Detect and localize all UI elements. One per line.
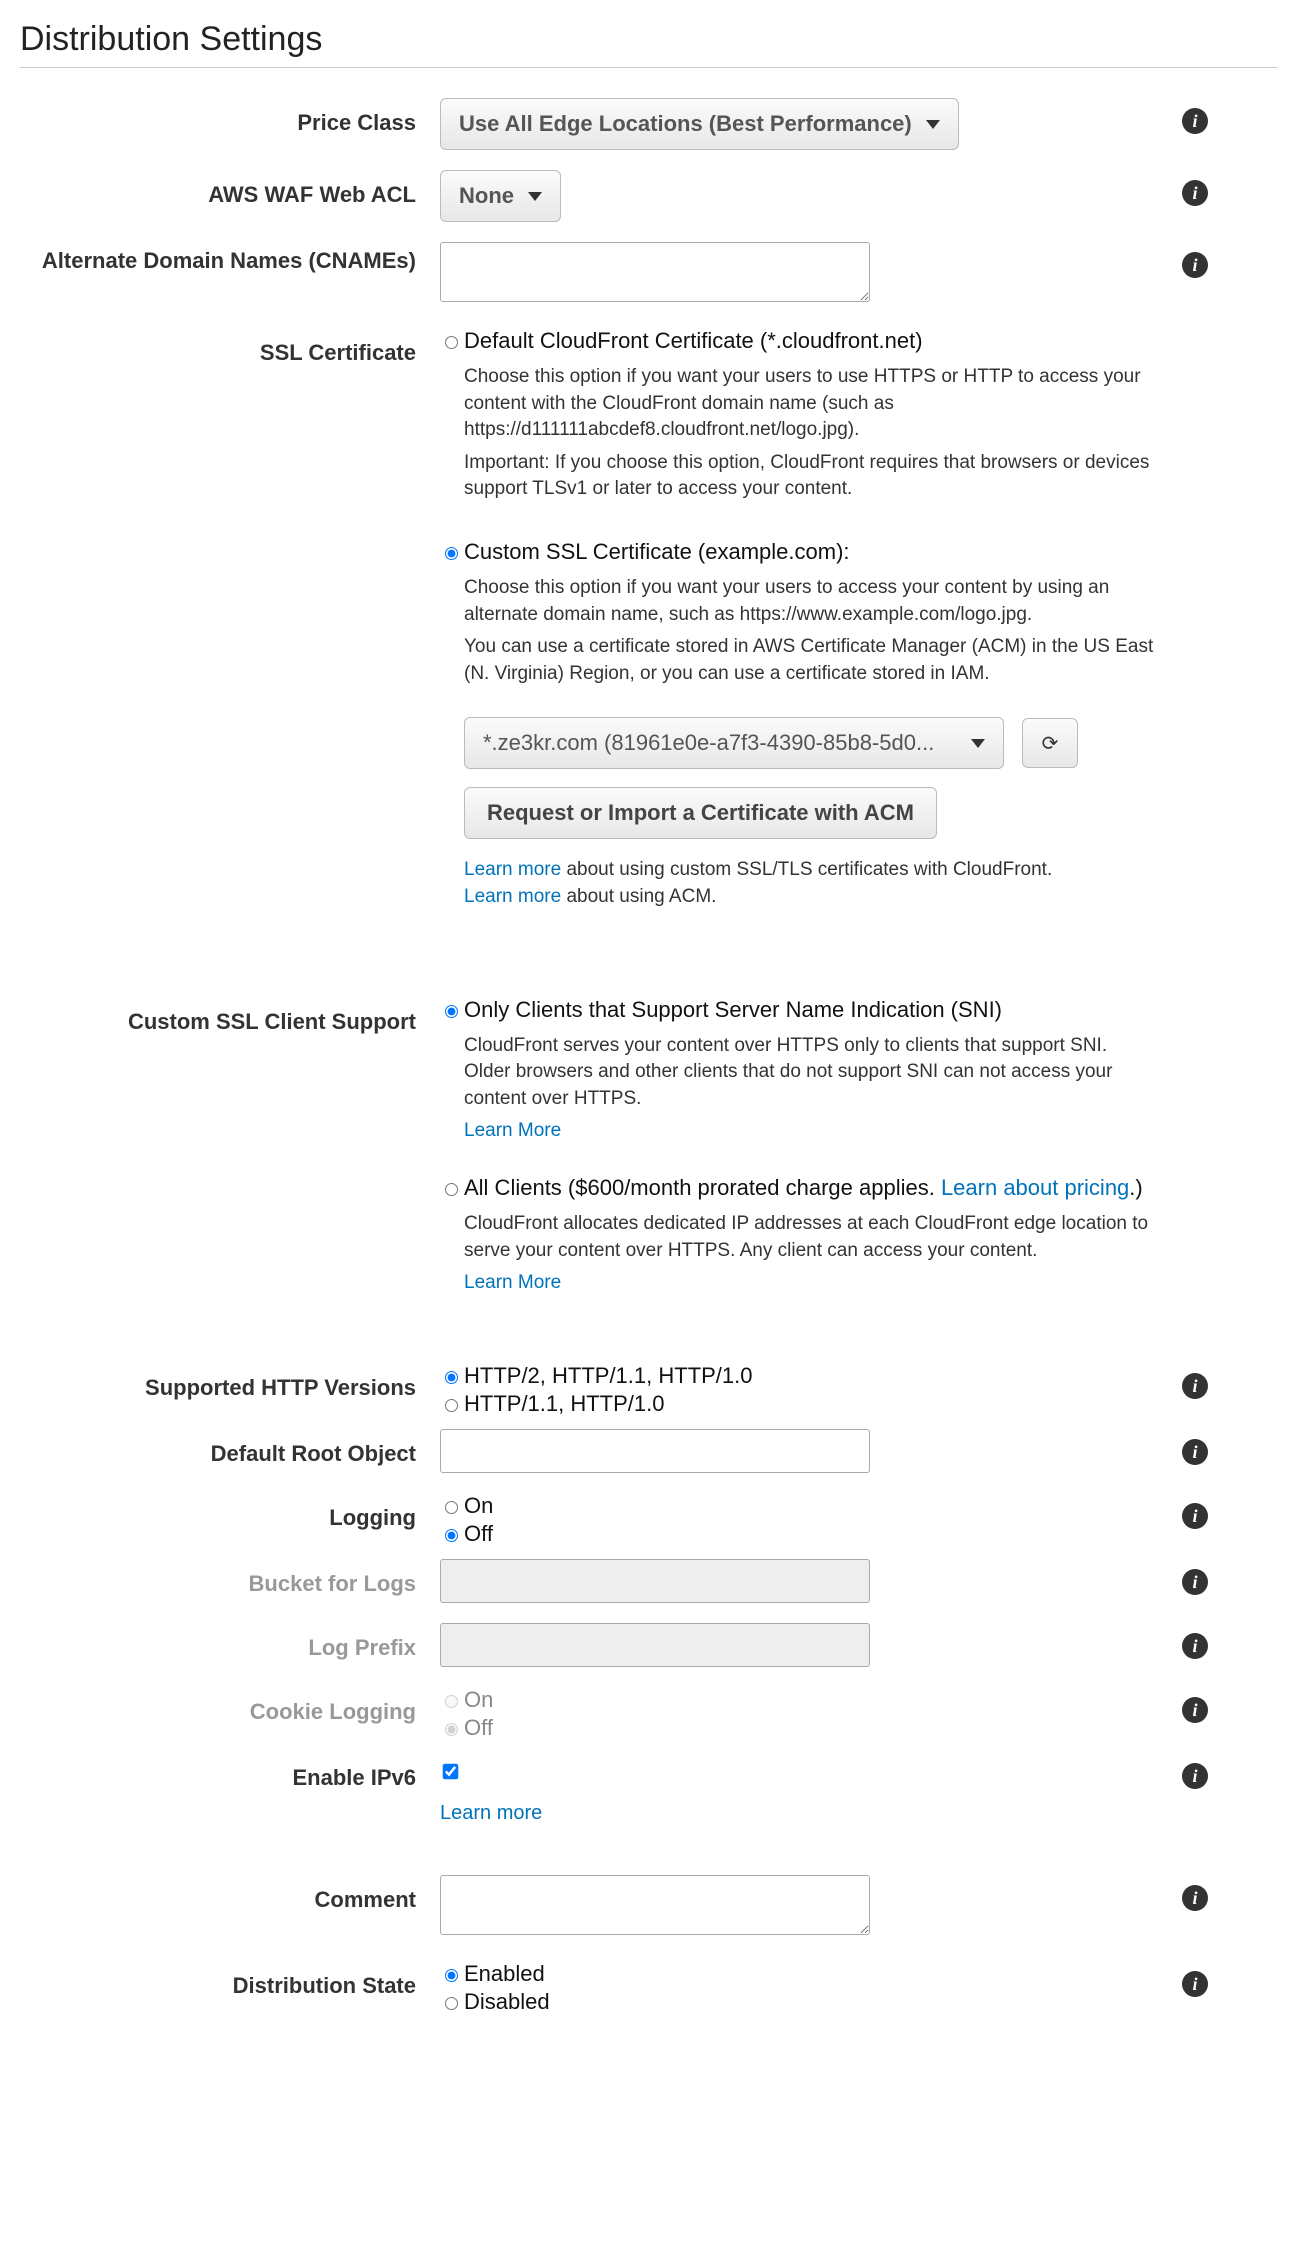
logging-label: Logging xyxy=(20,1493,440,1531)
sni-desc: CloudFront serves your content over HTTP… xyxy=(464,1033,1158,1113)
ssl-custom-label: Custom SSL Certificate (example.com): xyxy=(464,539,850,565)
info-icon[interactable]: i xyxy=(1182,1503,1208,1529)
price-class-label: Price Class xyxy=(20,98,440,136)
learn-more-acm-link[interactable]: Learn more xyxy=(464,886,561,907)
ipv6-learn-link[interactable]: Learn more xyxy=(440,1802,542,1824)
log-prefix-input xyxy=(440,1623,870,1667)
state-enabled-label: Enabled xyxy=(464,1961,545,1987)
learn-more-ssl-text: about using custom SSL/TLS certificates … xyxy=(561,859,1052,880)
http2-label: HTTP/2, HTTP/1.1, HTTP/1.0 xyxy=(464,1363,753,1389)
http-versions-label: Supported HTTP Versions xyxy=(20,1363,440,1401)
chevron-down-icon xyxy=(926,120,940,129)
all-clients-label-post: .) xyxy=(1129,1175,1142,1200)
log-prefix-label: Log Prefix xyxy=(20,1623,440,1661)
root-object-label: Default Root Object xyxy=(20,1429,440,1467)
info-icon[interactable]: i xyxy=(1182,1885,1208,1911)
ssl-cert-label: SSL Certificate xyxy=(20,328,440,366)
http2-radio[interactable] xyxy=(445,1371,458,1384)
info-icon[interactable]: i xyxy=(1182,180,1208,206)
price-class-value: Use All Edge Locations (Best Performance… xyxy=(459,111,912,137)
info-icon[interactable]: i xyxy=(1182,1569,1208,1595)
state-disabled-radio[interactable] xyxy=(445,1997,458,2010)
cnames-input[interactable] xyxy=(440,242,870,302)
ssl-custom-radio[interactable] xyxy=(445,547,458,560)
cookie-on-radio xyxy=(445,1695,458,1708)
chevron-down-icon xyxy=(528,192,542,201)
all-clients-radio[interactable] xyxy=(445,1183,458,1196)
http11-label: HTTP/1.1, HTTP/1.0 xyxy=(464,1391,665,1417)
bucket-logs-input xyxy=(440,1559,870,1603)
refresh-button[interactable]: ⟳ xyxy=(1022,718,1078,768)
logging-off-radio[interactable] xyxy=(445,1529,458,1542)
refresh-icon: ⟳ xyxy=(1042,731,1059,756)
page-title: Distribution Settings xyxy=(20,20,1278,68)
info-icon[interactable]: i xyxy=(1182,1633,1208,1659)
logging-off-label: Off xyxy=(464,1521,493,1547)
cookie-logging-label: Cookie Logging xyxy=(20,1687,440,1725)
waf-label: AWS WAF Web ACL xyxy=(20,170,440,208)
all-clients-desc: CloudFront allocates dedicated IP addres… xyxy=(464,1211,1158,1264)
state-enabled-radio[interactable] xyxy=(445,1969,458,1982)
info-icon[interactable]: i xyxy=(1182,1439,1208,1465)
all-clients-label-pre: All Clients ($600/month prorated charge … xyxy=(464,1175,941,1200)
ssl-cert-value: *.ze3kr.com (81961e0e-a7f3-4390-85b8-5d0… xyxy=(483,730,971,756)
waf-value: None xyxy=(459,183,514,209)
ssl-default-radio[interactable] xyxy=(445,336,458,349)
bucket-logs-label: Bucket for Logs xyxy=(20,1559,440,1597)
ssl-custom-desc1: Choose this option if you want your user… xyxy=(464,575,1158,628)
http11-radio[interactable] xyxy=(445,1399,458,1412)
info-icon[interactable]: i xyxy=(1182,1697,1208,1723)
logging-on-label: On xyxy=(464,1493,493,1519)
info-icon[interactable]: i xyxy=(1182,1971,1208,1997)
sni-radio[interactable] xyxy=(445,1005,458,1018)
cookie-off-label: Off xyxy=(464,1715,493,1741)
price-class-select[interactable]: Use All Edge Locations (Best Performance… xyxy=(440,98,959,150)
ssl-default-desc2: Important: If you choose this option, Cl… xyxy=(464,450,1158,503)
cookie-on-label: On xyxy=(464,1687,493,1713)
ipv6-label: Enable IPv6 xyxy=(20,1753,440,1791)
info-icon[interactable]: i xyxy=(1182,1763,1208,1789)
comment-label: Comment xyxy=(20,1875,440,1913)
learn-more-ssl-link[interactable]: Learn more xyxy=(464,859,561,880)
sni-label: Only Clients that Support Server Name In… xyxy=(464,997,1002,1023)
all-clients-learn-link[interactable]: Learn More xyxy=(464,1272,561,1293)
ssl-default-label: Default CloudFront Certificate (*.cloudf… xyxy=(464,328,923,354)
ssl-custom-desc2: You can use a certificate stored in AWS … xyxy=(464,634,1158,687)
request-cert-button[interactable]: Request or Import a Certificate with ACM xyxy=(464,787,937,839)
info-icon[interactable]: i xyxy=(1182,252,1208,278)
sni-learn-link[interactable]: Learn More xyxy=(464,1120,561,1141)
chevron-down-icon xyxy=(971,739,985,748)
state-label: Distribution State xyxy=(20,1961,440,1999)
ipv6-checkbox[interactable] xyxy=(443,1763,459,1779)
root-object-input[interactable] xyxy=(440,1429,870,1473)
info-icon[interactable]: i xyxy=(1182,1373,1208,1399)
cnames-label: Alternate Domain Names (CNAMEs) xyxy=(20,242,440,274)
comment-input[interactable] xyxy=(440,1875,870,1935)
pricing-link[interactable]: Learn about pricing xyxy=(941,1175,1129,1200)
ssl-default-desc1: Choose this option if you want your user… xyxy=(464,364,1158,444)
ssl-cert-select[interactable]: *.ze3kr.com (81961e0e-a7f3-4390-85b8-5d0… xyxy=(464,717,1004,769)
info-icon[interactable]: i xyxy=(1182,108,1208,134)
logging-on-radio[interactable] xyxy=(445,1501,458,1514)
learn-more-acm-text: about using ACM. xyxy=(561,886,716,907)
client-support-label: Custom SSL Client Support xyxy=(20,997,440,1035)
waf-select[interactable]: None xyxy=(440,170,561,222)
cookie-off-radio xyxy=(445,1723,458,1736)
state-disabled-label: Disabled xyxy=(464,1989,550,2015)
